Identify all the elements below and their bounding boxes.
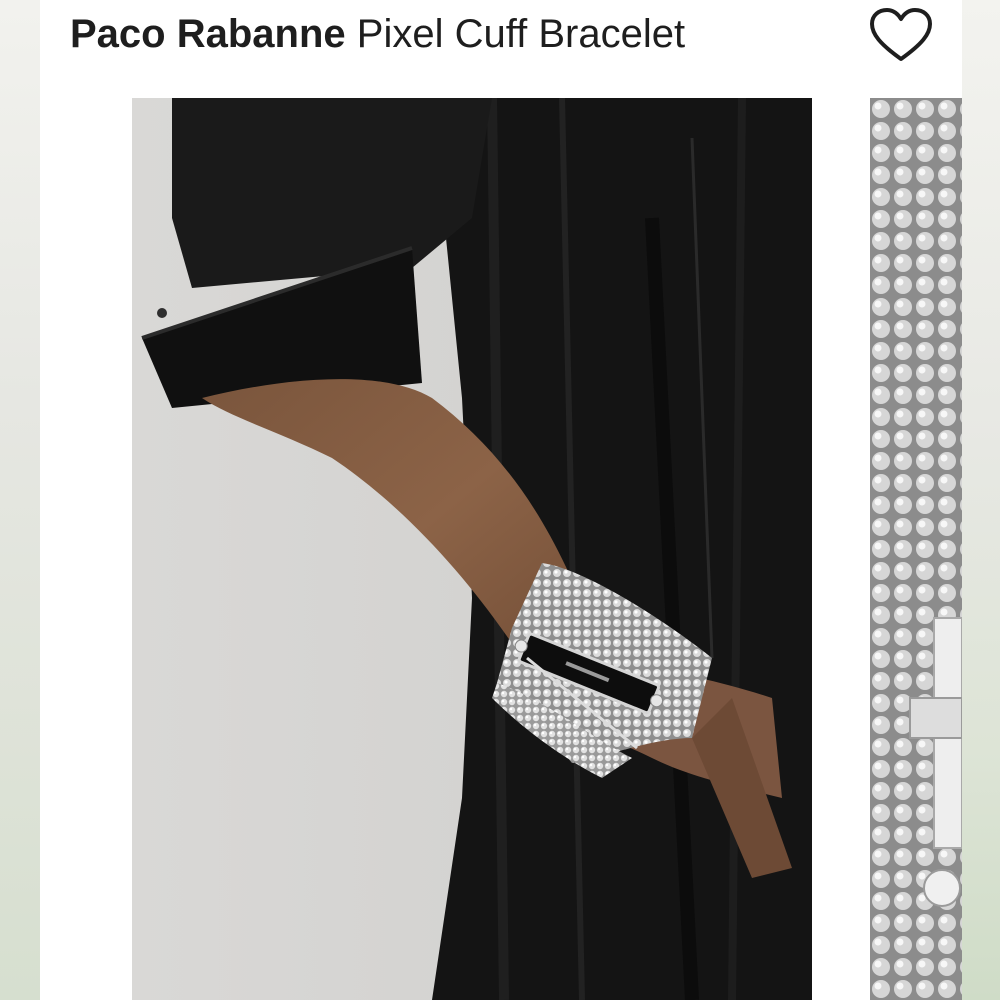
listing-card: Paco Rabanne Pixel Cuff Bracelet	[40, 0, 962, 1000]
background-right-strip	[962, 0, 1000, 1000]
brand-name: Paco Rabanne	[70, 12, 346, 56]
product-name: Pixel Cuff Bracelet	[356, 12, 686, 56]
product-photo-main[interactable]	[132, 98, 812, 1000]
background-left-strip	[0, 0, 40, 1000]
heart-outline-icon[interactable]	[868, 6, 934, 66]
product-photo-next[interactable]	[870, 98, 962, 1000]
listing-title: Paco Rabanne Pixel Cuff Bracelet	[70, 8, 830, 64]
